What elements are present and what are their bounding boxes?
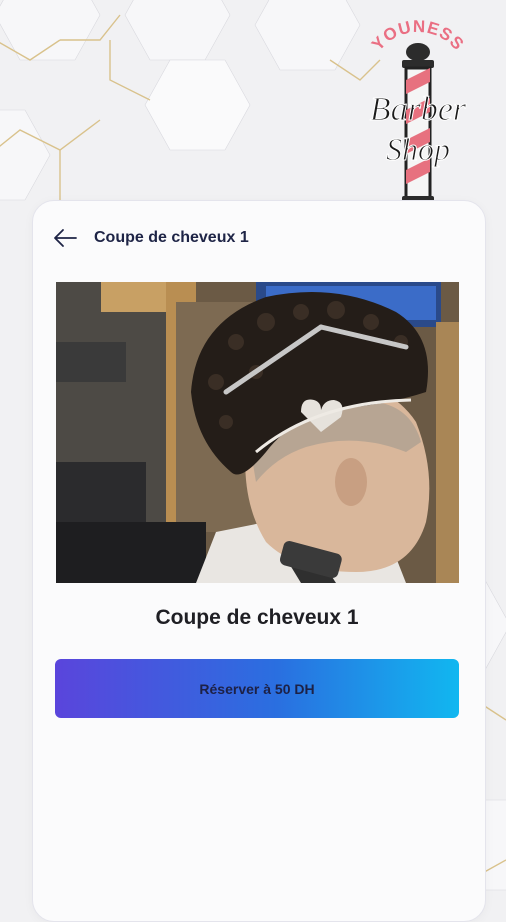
page-title: Coupe de cheveux 1 xyxy=(94,229,249,246)
svg-text:Barber: Barber xyxy=(370,91,467,128)
service-title: Coupe de cheveux 1 xyxy=(155,606,359,629)
arrow-left-icon xyxy=(54,229,77,247)
app-header: Coupe de cheveux 1 xyxy=(50,218,249,258)
svg-text:Shop: Shop xyxy=(386,131,450,167)
back-button[interactable] xyxy=(50,223,80,253)
haircut-photo xyxy=(56,282,459,583)
reserve-button[interactable]: Réserver à 50 DH xyxy=(55,659,459,718)
